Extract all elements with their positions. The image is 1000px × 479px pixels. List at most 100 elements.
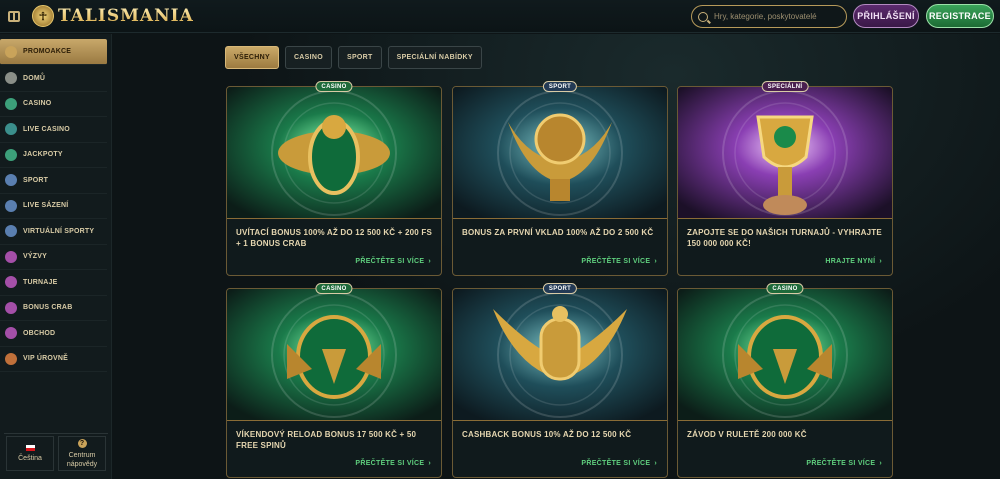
sidebar-footer: Čeština ? Centrum nápovědy (4, 433, 108, 473)
promo-read-more-link[interactable]: PŘEČTĚTE SI VÍCE › (806, 460, 882, 467)
filter-tab-3[interactable]: SPECIÁLNÍ NABÍDKY (387, 46, 482, 69)
promo-title: ZÁVOD V RULETĚ 200 000 KČ (687, 430, 807, 439)
sidebar-item-label: PROMOAKCE (23, 48, 72, 55)
logo[interactable]: ☥ TALISMANIA (32, 5, 194, 27)
sidebar-item-casino[interactable]: CASINO (0, 92, 107, 117)
sidebar-item-vip-rovn-[interactable]: VIP ÚROVNĚ (0, 347, 107, 372)
live-betting-icon (5, 199, 17, 212)
language-selector[interactable]: Čeština (6, 436, 54, 471)
promo-read-more-link[interactable]: PŘEČTĚTE SI VÍCE › (581, 460, 657, 467)
sidebar-item-jackpoty[interactable]: JACKPOTY (0, 143, 107, 168)
sidebar-item-label: LIVE CASINO (23, 125, 70, 133)
promo-link-label: PŘEČTĚTE SI VÍCE (581, 258, 651, 265)
virtual-sports-icon (5, 225, 17, 238)
promo-card[interactable]: CASINO UVÍTACÍ BONUS 100% AŽ DO 12 500 KČ… (226, 81, 442, 276)
promo-category-badge: SPORT (542, 283, 578, 294)
promo-category-badge: CASINO (766, 283, 804, 294)
promo-read-more-link[interactable]: HRAJTE NYNÍ › (825, 258, 882, 265)
sidebar-item-label: CASINO (23, 100, 52, 108)
help-center-button[interactable]: ? Centrum nápovědy (58, 436, 106, 471)
promo-category-badge: CASINO (315, 81, 353, 92)
promo-link-label: HRAJTE NYNÍ (825, 258, 876, 265)
jackpot-icon (5, 148, 17, 161)
home-icon (5, 72, 17, 85)
sidebar-item-label: VÝZVY (23, 253, 47, 261)
promo-category-badge: SPORT (542, 81, 578, 92)
promo-title: UVÍTACÍ BONUS 100% AŽ DO 12 500 KČ + 200… (236, 228, 432, 248)
winged-ball-icon[interactable] (453, 87, 667, 219)
promo-title: VÍKENDOVÝ RELOAD BONUS 17 500 KČ + 50 FR… (236, 430, 417, 450)
sidebar-item-obchod[interactable]: OBCHOD (0, 321, 107, 347)
top-bar: ☥ TALISMANIA PŘIHLÁŠENÍ REGISTRACE (0, 0, 1000, 33)
sidebar: PROMOAKCE DOMŮ CASINO LIVE CASINO JACKPOTY SP… (0, 34, 112, 479)
promo-read-more-link[interactable]: PŘEČTĚTE SI VÍCE › (355, 460, 431, 467)
promo-card[interactable]: CASINO VÍKENDOVÝ RELOAD BONUS 17 500 KČ +… (226, 283, 442, 478)
tournaments-icon (5, 276, 17, 289)
sidebar-item-dom-[interactable]: DOMŮ (0, 66, 107, 92)
gift-icon (5, 45, 17, 58)
main-content: VŠECHNY CASINO SPORT SPECIÁLNÍ NABÍDKY CASI… (113, 34, 1000, 479)
trophy-icon[interactable] (678, 87, 892, 219)
promo-card[interactable]: SPECIÁLNÍ ZAPOJTE SE DO NAŠICH TURNAJŮ - … (677, 81, 893, 276)
promo-read-more-link[interactable]: PŘEČTĚTE SI VÍCE › (581, 258, 657, 265)
filter-tab-2[interactable]: SPORT (337, 46, 382, 69)
search-icon (698, 11, 708, 22)
help-label-line2: nápovědy (66, 460, 98, 468)
chevron-right-icon: › (654, 460, 657, 467)
sidebar-item-label: TURNAJE (23, 278, 58, 286)
filter-tab-0[interactable]: VŠECHNY (225, 46, 279, 69)
sidebar-item-live-casino[interactable]: LIVE CASINO (0, 117, 107, 143)
sidebar-item-turnaje[interactable]: TURNAJE (0, 270, 107, 296)
live-casino-icon (5, 123, 17, 136)
chevron-right-icon: › (654, 258, 657, 265)
sidebar-item-label: OBCHOD (23, 329, 56, 337)
casino-icon (5, 97, 17, 110)
sidebar-item-v-zvy[interactable]: VÝZVY (0, 245, 107, 270)
search-box[interactable] (691, 5, 847, 28)
crab-icon (5, 301, 17, 314)
sidebar-item-virtu-ln-sporty[interactable]: VIRTUÁLNÍ SPORTY (0, 219, 107, 245)
chevron-right-icon: › (879, 258, 882, 265)
shop-icon (5, 327, 17, 340)
anubis-icon[interactable] (227, 289, 441, 421)
promo-link-label: PŘEČTĚTE SI VÍCE (355, 258, 425, 265)
czech-flag-icon (25, 444, 35, 451)
promo-title: BONUS ZA PRVNÍ VKLAD 100% AŽ DO 2 500 KČ (462, 228, 654, 237)
pharaoh-icon[interactable] (453, 289, 667, 421)
challenges-icon (5, 250, 17, 263)
promo-link-label: PŘEČTĚTE SI VÍCE (355, 460, 425, 467)
anubis-icon[interactable] (678, 289, 892, 421)
sidebar-item-sport[interactable]: SPORT (0, 168, 107, 194)
chevron-right-icon: › (428, 258, 431, 265)
sidebar-toggle-icon[interactable] (8, 10, 20, 22)
promo-category-badge: SPECIÁLNÍ (761, 81, 809, 92)
promo-card[interactable]: CASINO ZÁVOD V RULETĚ 200 000 KČ PŘEČTĚTE … (677, 283, 893, 478)
promo-card[interactable]: SPORT BONUS ZA PRVNÍ VKLAD 100% AŽ DO 2 5… (452, 81, 668, 276)
sidebar-item-promoakce[interactable]: PROMOAKCE (0, 39, 107, 65)
promo-category-badge: CASINO (315, 283, 353, 294)
promo-filter-tabs: VŠECHNY CASINO SPORT SPECIÁLNÍ NABÍDKY (225, 46, 482, 69)
help-icon: ? (77, 438, 87, 448)
sidebar-item-label: DOMŮ (23, 74, 46, 82)
sidebar-item-label: BONUS CRAB (23, 304, 73, 312)
chevron-right-icon: › (879, 460, 882, 467)
scarab-icon[interactable] (227, 87, 441, 219)
sidebar-item-bonus-crab[interactable]: BONUS CRAB (0, 296, 107, 321)
promo-read-more-link[interactable]: PŘEČTĚTE SI VÍCE › (355, 258, 431, 265)
register-button[interactable]: REGISTRACE (926, 4, 994, 28)
promo-link-label: PŘEČTĚTE SI VÍCE (806, 460, 876, 467)
language-label: Čeština (18, 454, 42, 462)
sport-icon (5, 174, 17, 187)
filter-tab-1[interactable]: CASINO (284, 46, 332, 69)
vip-icon (5, 352, 17, 365)
promo-title: ZAPOJTE SE DO NAŠICH TURNAJŮ - VYHRAJTE … (687, 228, 882, 248)
sidebar-item-label: JACKPOTY (23, 151, 63, 159)
sidebar-item-label: LIVE SÁZENÍ (23, 202, 69, 210)
sidebar-item-label: SPORT (23, 176, 49, 184)
sidebar-item-live-s-zen-[interactable]: LIVE SÁZENÍ (0, 194, 107, 219)
login-button[interactable]: PŘIHLÁŠENÍ (853, 4, 919, 28)
search-input[interactable] (714, 12, 834, 21)
help-label-line1: Centrum (68, 451, 96, 459)
promo-card[interactable]: SPORT CASHBACK BONUS 10% AŽ DO 12 500 KČ P… (452, 283, 668, 478)
promo-title: CASHBACK BONUS 10% AŽ DO 12 500 KČ (462, 430, 632, 439)
